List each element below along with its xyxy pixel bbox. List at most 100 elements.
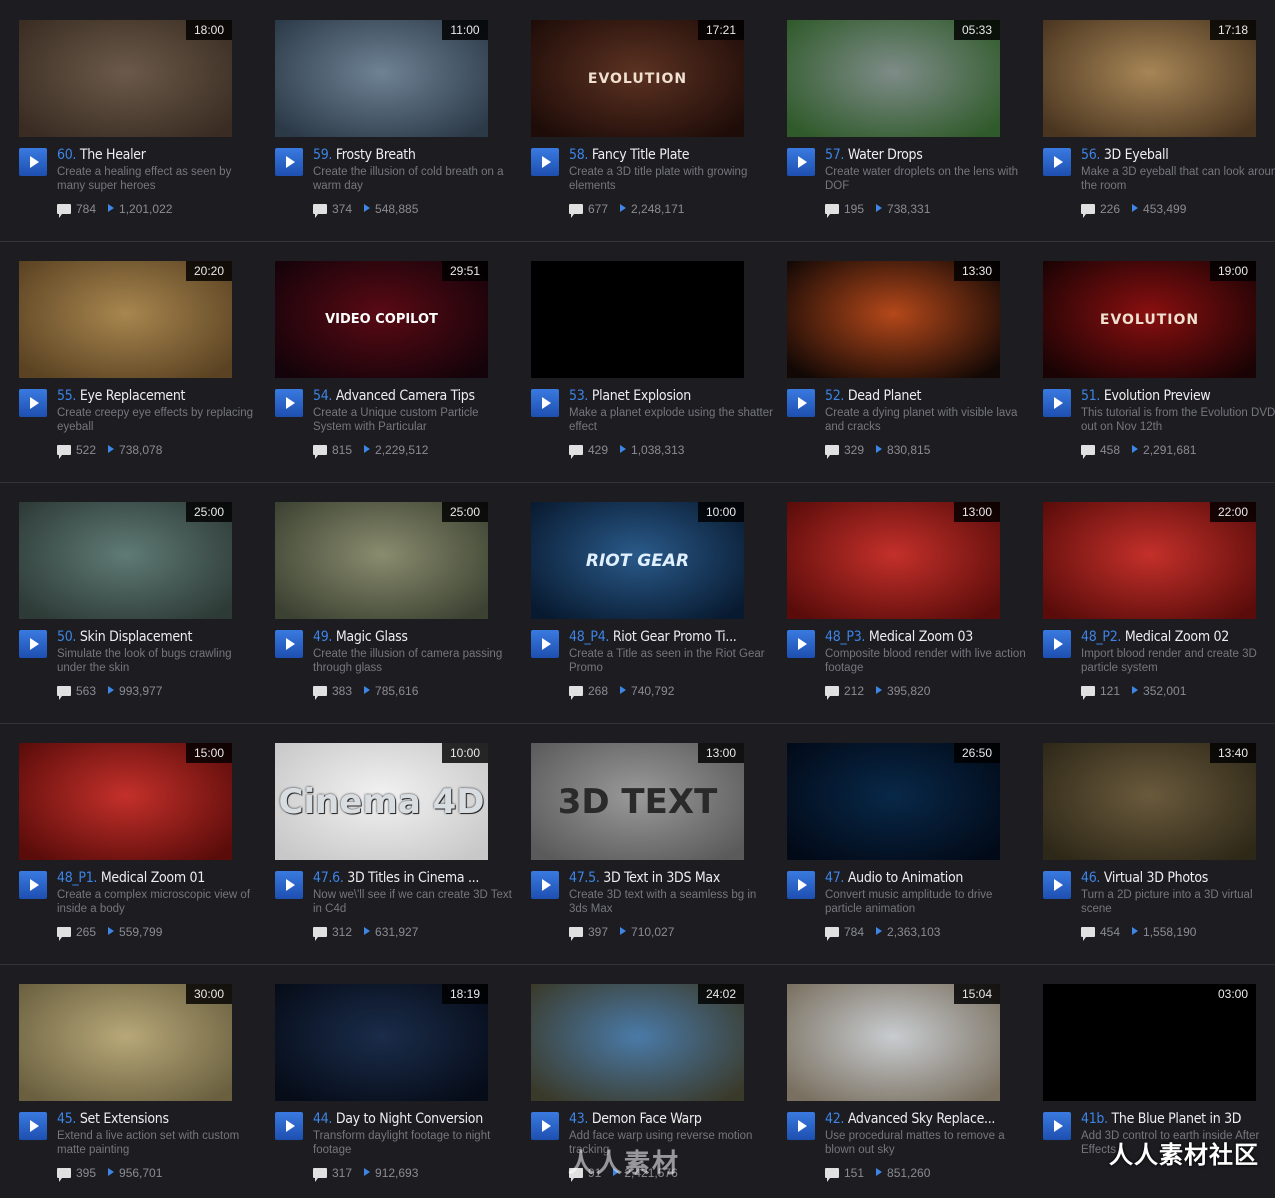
video-title-link[interactable]: 48_P4. Riot Gear Promo Ti... — [569, 628, 774, 646]
play-icon[interactable] — [1043, 630, 1071, 658]
video-thumbnail[interactable]: 13:30 — [787, 261, 1000, 378]
comment-icon — [313, 927, 327, 941]
video-title-link[interactable]: 55. Eye Replacement — [57, 387, 262, 405]
video-thumbnail[interactable]: 15:04 — [787, 984, 1000, 1101]
video-stats: 677 2,248,171 — [569, 201, 684, 218]
comment-count: 429 — [588, 443, 609, 457]
video-title-link[interactable]: 47. Audio to Animation — [825, 869, 1030, 887]
duration-badge: 29:51 — [442, 261, 488, 281]
duration-badge: 26:50 — [954, 743, 1000, 763]
video-thumbnail[interactable] — [531, 261, 744, 378]
video-title-link[interactable]: 59. Frosty Breath — [313, 146, 518, 164]
video-thumbnail[interactable]: 03:00 — [1043, 984, 1256, 1101]
play-icon[interactable] — [19, 1112, 47, 1140]
video-card: 22:00 48_P2. Medical Zoom 02 Import blood … — [1043, 502, 1275, 722]
video-thumbnail[interactable]: 15:00 — [19, 743, 232, 860]
video-description: Create 3D text with a seamless bg in 3ds… — [569, 889, 757, 915]
video-title-link[interactable]: 41b. The Blue Planet in 3D — [1081, 1110, 1275, 1128]
video-title-link[interactable]: 57. Water Drops — [825, 146, 1030, 164]
play-icon[interactable] — [1043, 1112, 1071, 1140]
play-icon[interactable] — [19, 389, 47, 417]
play-icon[interactable] — [531, 1112, 559, 1140]
video-description: Convert music amplitude to drive particl… — [825, 889, 993, 915]
video-title-link[interactable]: 47.5. 3D Text in 3DS Max — [569, 869, 774, 887]
video-description: Create water droplets on the lens with D… — [825, 166, 1019, 192]
video-title-link[interactable]: 42. Advanced Sky Replace... — [825, 1110, 1030, 1128]
video-title-link[interactable]: 43. Demon Face Warp — [569, 1110, 774, 1128]
video-thumbnail[interactable]: 22:00 — [1043, 502, 1256, 619]
video-title-link[interactable]: 48_P2. Medical Zoom 02 — [1081, 628, 1275, 646]
video-thumbnail[interactable]: RIOT GEAR 10:00 — [531, 502, 744, 619]
video-title-link[interactable]: 52. Dead Planet — [825, 387, 1030, 405]
video-stats: 454 1,558,190 — [1081, 924, 1196, 941]
video-title-link[interactable]: 49. Magic Glass — [313, 628, 518, 646]
play-icon[interactable] — [19, 871, 47, 899]
video-title-link[interactable]: 45. Set Extensions — [57, 1110, 262, 1128]
duration-badge: 25:00 — [442, 502, 488, 522]
play-icon[interactable] — [275, 630, 303, 658]
video-title-link[interactable]: 58. Fancy Title Plate — [569, 146, 774, 164]
video-thumbnail[interactable]: EVOLUTION 17:21 — [531, 20, 744, 137]
video-thumbnail[interactable]: EVOLUTION 19:00 — [1043, 261, 1256, 378]
video-title-link[interactable]: 44. Day to Night Conversion — [313, 1110, 518, 1128]
play-icon[interactable] — [1043, 148, 1071, 176]
video-stats: 329 830,815 — [825, 442, 930, 459]
video-title-link[interactable]: 47.6. 3D Titles in Cinema ... — [313, 869, 518, 887]
video-title-link[interactable]: 48_P3. Medical Zoom 03 — [825, 628, 1030, 646]
play-icon[interactable] — [275, 389, 303, 417]
views-icon — [620, 686, 627, 694]
video-title-link[interactable]: 46. Virtual 3D Photos — [1081, 869, 1275, 887]
play-icon[interactable] — [1043, 871, 1071, 899]
video-thumbnail[interactable]: Cinema 4D 10:00 — [275, 743, 488, 860]
video-description: This tutorial is from the Evolution DVD … — [1081, 407, 1275, 433]
video-stats: 522 738,078 — [57, 442, 162, 459]
video-title-link[interactable]: 53. Planet Explosion — [569, 387, 774, 405]
play-icon[interactable] — [787, 871, 815, 899]
play-icon[interactable] — [275, 1112, 303, 1140]
video-thumbnail[interactable]: 05:33 — [787, 20, 1000, 137]
play-icon[interactable] — [531, 871, 559, 899]
video-thumbnail[interactable]: 20:20 — [19, 261, 232, 378]
play-icon[interactable] — [275, 871, 303, 899]
video-description: Create a healing effect as seen by many … — [57, 166, 232, 192]
video-thumbnail[interactable]: VIDEO COPILOT 29:51 — [275, 261, 488, 378]
video-title-link[interactable]: 48_P1. Medical Zoom 01 — [57, 869, 262, 887]
episode-number: 42. — [825, 1111, 845, 1127]
video-title-link[interactable]: 56. 3D Eyeball — [1081, 146, 1275, 164]
play-icon[interactable] — [275, 148, 303, 176]
play-icon[interactable] — [787, 1112, 815, 1140]
video-thumbnail[interactable]: 11:00 — [275, 20, 488, 137]
play-icon[interactable] — [531, 630, 559, 658]
video-stats: 784 2,363,103 — [825, 924, 940, 941]
video-thumbnail[interactable]: 18:00 — [19, 20, 232, 137]
video-thumbnail[interactable]: 3D TEXT 13:00 — [531, 743, 744, 860]
video-title-link[interactable]: 60. The Healer — [57, 146, 262, 164]
view-count: 352,001 — [1143, 684, 1187, 698]
video-title-link[interactable]: 51. Evolution Preview — [1081, 387, 1275, 405]
play-icon[interactable] — [1043, 389, 1071, 417]
video-thumbnail[interactable]: 13:40 — [1043, 743, 1256, 860]
video-thumbnail[interactable]: 24:02 — [531, 984, 744, 1101]
video-thumbnail[interactable]: 26:50 — [787, 743, 1000, 860]
play-icon[interactable] — [787, 630, 815, 658]
comment-icon — [57, 686, 71, 700]
play-icon[interactable] — [787, 148, 815, 176]
video-thumbnail[interactable]: 17:18 — [1043, 20, 1256, 137]
video-thumbnail[interactable]: 25:00 — [275, 502, 488, 619]
play-icon[interactable] — [787, 389, 815, 417]
video-thumbnail[interactable]: 30:00 — [19, 984, 232, 1101]
play-icon[interactable] — [531, 389, 559, 417]
play-icon[interactable] — [19, 148, 47, 176]
video-thumbnail[interactable]: 18:19 — [275, 984, 488, 1101]
comment-count: 312 — [332, 925, 353, 939]
video-thumbnail[interactable]: 25:00 — [19, 502, 232, 619]
play-icon[interactable] — [531, 148, 559, 176]
comment-icon — [1081, 686, 1095, 700]
video-card: 13:30 52. Dead Planet Create a dying plane… — [787, 261, 1027, 481]
video-thumbnail[interactable]: 13:00 — [787, 502, 1000, 619]
play-icon[interactable] — [19, 630, 47, 658]
video-title-link[interactable]: 50. Skin Displacement — [57, 628, 262, 646]
duration-badge: 13:00 — [954, 502, 1000, 522]
video-stats: 458 2,291,681 — [1081, 442, 1196, 459]
video-title-link[interactable]: 54. Advanced Camera Tips — [313, 387, 518, 405]
